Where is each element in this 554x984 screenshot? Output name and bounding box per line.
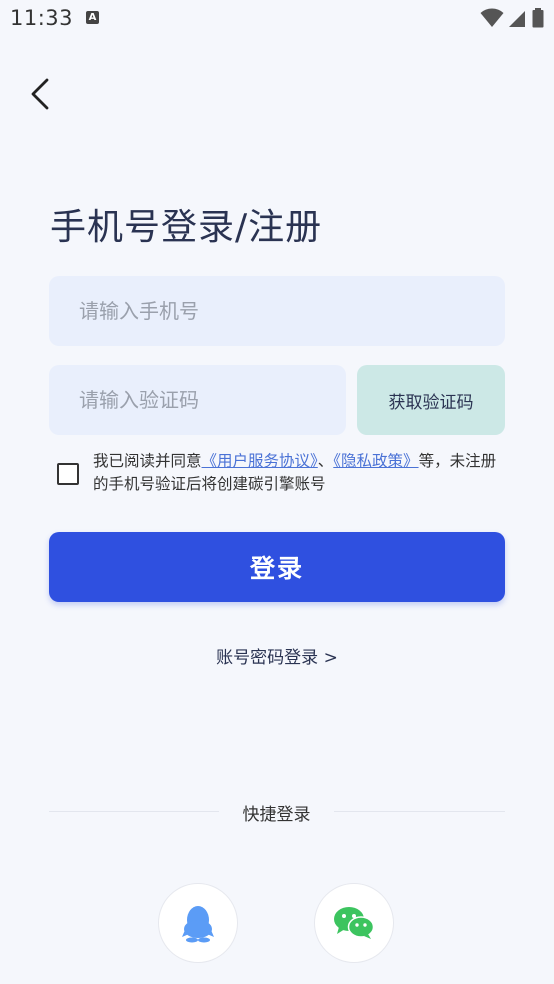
wechat-login-button[interactable]	[314, 883, 394, 963]
qq-penguin-icon	[182, 906, 214, 943]
agree-checkbox[interactable]	[57, 463, 79, 485]
user-agreement-link[interactable]: 《用户服务协议》	[202, 452, 318, 470]
login-page: 11:33 A 手机号登录/注册 获取验证码 我已阅读并同意《用户服务协议》、《…	[0, 0, 554, 984]
wifi-icon	[480, 8, 504, 27]
agreement-prefix: 我已阅读并同意	[93, 452, 202, 470]
login-button[interactable]: 登录	[49, 532, 505, 602]
chevron-left-icon	[31, 78, 49, 110]
agreement-separator: 、	[317, 452, 334, 470]
status-time: 11:33	[10, 6, 74, 30]
divider-right	[334, 811, 505, 812]
wechat-icon	[334, 907, 375, 939]
privacy-policy-link[interactable]: 《隐私政策》	[333, 452, 418, 470]
page-title: 手机号登录/注册	[50, 207, 323, 248]
agreement-text: 我已阅读并同意《用户服务协议》、《隐私政策》等，未注册的手机号验证后将创建碳引擎…	[93, 450, 508, 496]
battery-icon	[532, 8, 544, 28]
divider-left	[49, 811, 219, 812]
signal-icon	[509, 11, 525, 27]
get-code-button[interactable]: 获取验证码	[357, 365, 505, 435]
status-bar: 11:33 A	[0, 0, 554, 38]
back-button[interactable]	[22, 74, 58, 114]
password-login-link[interactable]: 账号密码登录 >	[0, 643, 554, 668]
phone-input[interactable]	[49, 276, 505, 346]
verification-code-input[interactable]	[49, 365, 346, 435]
phone-field[interactable]	[49, 276, 505, 346]
qq-login-button[interactable]	[158, 883, 238, 963]
status-indicators	[480, 8, 544, 28]
notification-a-icon: A	[86, 11, 99, 24]
quick-login-label: 快捷登录	[242, 805, 311, 825]
code-field[interactable]	[49, 365, 346, 435]
